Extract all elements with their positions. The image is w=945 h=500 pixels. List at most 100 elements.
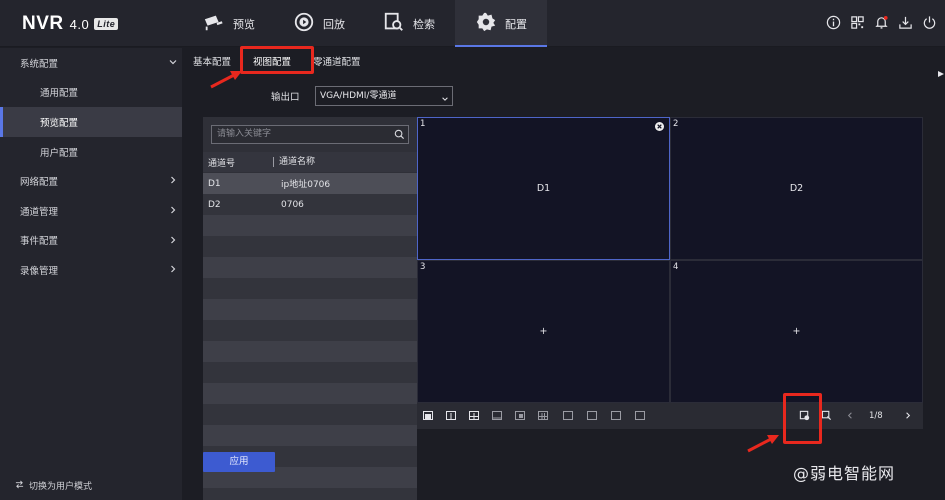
layout-1-icon[interactable] (423, 411, 433, 420)
search-doc-icon (383, 11, 405, 36)
power-icon[interactable] (922, 15, 937, 30)
table-row[interactable]: D2 0706 (203, 194, 417, 215)
switch-user-mode-link[interactable]: 切换为用户模式 (15, 479, 92, 492)
search-input[interactable]: 请输入关键字 (211, 125, 409, 144)
sidebar-item-label: 系统配置 (20, 58, 59, 70)
sidebar-item-general-config[interactable]: 通用配置 (0, 78, 182, 108)
chevron-right-icon (168, 264, 178, 274)
annotation-arrow (747, 435, 779, 453)
search-placeholder: 请输入关键字 (217, 129, 272, 139)
empty-row (203, 488, 417, 500)
tab-zero-channel-config[interactable]: 零通道配置 (313, 56, 361, 70)
sidebar-item-label: 录像管理 (20, 265, 59, 277)
output-select[interactable]: VGA/HDMI/零通道 (315, 86, 453, 106)
channel-table-header: 通道号 通道名称 (203, 152, 417, 172)
layout-4-icon[interactable] (469, 411, 479, 420)
layout-36-icon[interactable] (611, 411, 621, 420)
sidebar-item-label: 网络配置 (20, 177, 59, 189)
qr-code-icon[interactable] (850, 15, 865, 30)
preview-window-3[interactable]: 3 + (417, 260, 670, 403)
column-header-channel-name: 通道名称 (273, 157, 315, 167)
page-indicator: 1/8 (869, 411, 883, 421)
add-channel-icon[interactable]: + (671, 326, 922, 337)
nav-preview[interactable]: 预览 (183, 0, 275, 47)
channel-name: 0706 (281, 199, 304, 210)
table-row[interactable]: D1 ip地址0706 (203, 173, 417, 194)
nav-config[interactable]: 配置 (455, 0, 547, 47)
close-icon[interactable] (655, 122, 664, 131)
channel-id: D1 (208, 178, 221, 189)
top-bar: NVR 4.0 Lite 预览 回放 检索 配置 (0, 0, 945, 47)
empty-row (203, 341, 417, 362)
preview-layout-grid: 1 D1 2 D2 3 + 4 + (417, 117, 923, 403)
brand-logo: NVR 4.0 Lite (22, 13, 119, 35)
swap-icon (15, 480, 24, 492)
search-icon[interactable] (394, 129, 405, 140)
main-nav: 预览 回放 检索 配置 (183, 0, 547, 47)
empty-row (203, 299, 417, 320)
window-number: 4 (673, 262, 679, 272)
channel-name: ip地址0706 (281, 180, 331, 190)
empty-row (203, 320, 417, 341)
sidebar-item-recording-management[interactable]: 录像管理 (0, 255, 182, 285)
window-number: 1 (420, 119, 426, 129)
sidebar-item-user-config[interactable]: 用户配置 (0, 137, 182, 167)
window-number: 2 (673, 119, 679, 129)
channel-id: D2 (208, 199, 221, 210)
empty-row (203, 383, 417, 404)
brand-name: NVR (22, 13, 64, 34)
sidebar-item-event-config[interactable]: 事件配置 (0, 226, 182, 256)
empty-row (203, 257, 417, 278)
output-select-value: VGA/HDMI/零通道 (320, 91, 397, 101)
channel-table-body: D1 ip地址0706 D2 0706 (203, 173, 417, 500)
empty-row (203, 278, 417, 299)
sidebar-item-label: 事件配置 (20, 236, 59, 248)
nav-playback[interactable]: 回放 (275, 0, 363, 47)
apply-button[interactable]: 应用 (203, 452, 275, 472)
chevron-left-icon[interactable] (845, 410, 856, 421)
layout-8-icon[interactable] (515, 411, 525, 420)
window-number: 3 (420, 262, 426, 272)
layout-64-icon[interactable] (635, 411, 645, 420)
sidebar-item-system-config[interactable]: 系统配置 (0, 48, 182, 78)
switch-user-mode-label: 切换为用户模式 (29, 482, 93, 492)
brand-version: 4.0 (69, 17, 90, 32)
bell-icon[interactable] (874, 15, 889, 30)
nav-playback-label: 回放 (323, 17, 345, 31)
window-channel-label: D1 (536, 182, 551, 194)
chevron-right-icon (168, 205, 178, 215)
column-header-channel-no: 通道号 (208, 158, 236, 169)
layout-toolbar: 1/8 (417, 403, 923, 429)
channel-list-panel: 请输入关键字 通道号 通道名称 D1 ip地址0706 D2 0706 (203, 117, 417, 500)
layout-25-icon[interactable] (587, 411, 597, 420)
camera-icon (203, 11, 225, 36)
layout-9-icon[interactable] (538, 411, 548, 420)
nav-config-label: 配置 (505, 17, 527, 31)
empty-row (203, 404, 417, 425)
empty-row (203, 425, 417, 446)
playback-icon (293, 11, 315, 36)
nav-search[interactable]: 检索 (363, 0, 455, 47)
layout-16-icon[interactable] (563, 411, 573, 420)
empty-row (203, 362, 417, 383)
layout-search-icon[interactable] (821, 410, 832, 421)
top-icon-group (826, 15, 937, 30)
add-channel-icon[interactable]: + (418, 326, 669, 337)
sidebar: 系统配置 通用配置 预览配置 用户配置 网络配置 通道管理 事件配置 录像管理 … (0, 48, 182, 500)
chevron-right-icon[interactable] (902, 410, 913, 421)
preview-window-1[interactable]: 1 D1 (417, 117, 670, 260)
window-channel-label: D2 (789, 182, 804, 194)
download-icon[interactable] (898, 15, 913, 30)
nav-search-label: 检索 (413, 17, 435, 31)
layout-2-icon[interactable] (446, 411, 456, 420)
sidebar-item-preview-config[interactable]: 预览配置 (0, 107, 182, 137)
chevron-right-icon (168, 175, 178, 185)
chevron-down-icon (168, 57, 178, 67)
preview-window-2[interactable]: 2 D2 (670, 117, 923, 260)
sidebar-item-network-config[interactable]: 网络配置 (0, 166, 182, 196)
sidebar-item-channel-management[interactable]: 通道管理 (0, 196, 182, 226)
info-icon[interactable] (826, 15, 841, 30)
preview-window-4[interactable]: 4 + (670, 260, 923, 403)
chevron-down-icon (441, 92, 449, 101)
layout-6-icon[interactable] (492, 411, 502, 420)
